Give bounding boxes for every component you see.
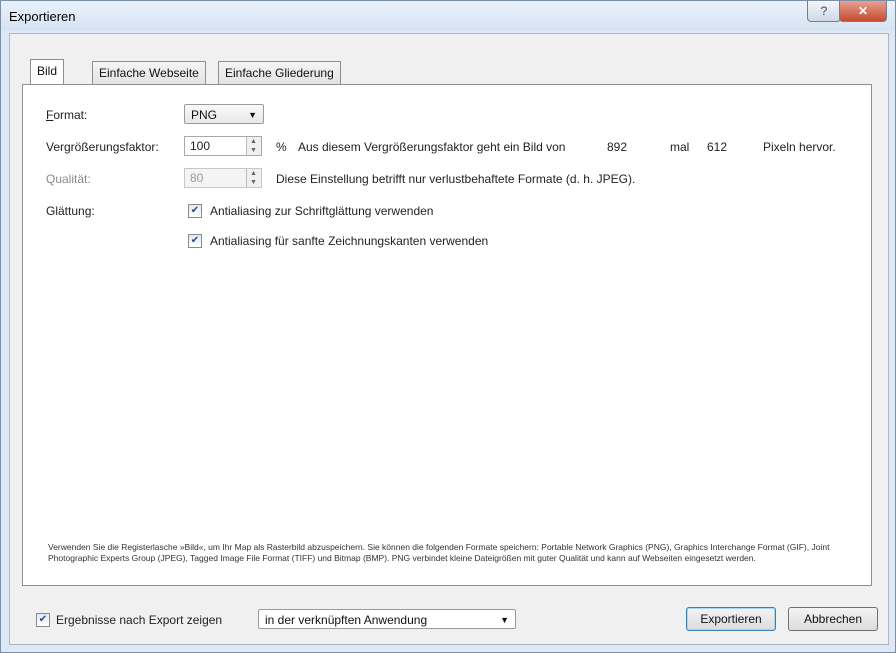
application-select-value: in der verknüpften Anwendung	[265, 613, 428, 627]
scale-input[interactable]: 100 ▲ ▼	[184, 136, 262, 156]
close-icon: ✕	[857, 4, 869, 18]
show-results-checkbox[interactable]: ✔	[36, 613, 50, 627]
image-width: 892	[607, 140, 628, 154]
title-bar[interactable]: Exportieren ? ✕	[1, 1, 895, 31]
antialias-edges-label[interactable]: Antialiasing für sanfte Zeichnungskanten…	[210, 234, 488, 248]
antialias-text-checkbox[interactable]: ✔	[188, 204, 202, 218]
close-button[interactable]: ✕	[839, 1, 887, 22]
chevron-down-icon: ▼	[500, 615, 509, 625]
arrow-down-icon: ▼	[250, 179, 257, 186]
arrow-down-icon: ▼	[250, 147, 257, 154]
image-height: 612	[707, 140, 728, 154]
application-select[interactable]: in der verknüpften Anwendung ▼	[258, 609, 516, 629]
smoothing-label: Glättung:	[46, 204, 95, 218]
scale-description: Aus diesem Vergrößerungsfaktor geht ein …	[298, 140, 566, 154]
mal-text: mal	[670, 140, 690, 154]
scale-unit: %	[276, 140, 287, 154]
quality-label: Qualität:	[46, 172, 91, 186]
format-label: Format:	[46, 108, 88, 122]
pixel-suffix: Pixeln hervor.	[763, 140, 836, 154]
format-select[interactable]: PNG ▼	[184, 104, 264, 124]
quality-value: 80	[190, 171, 204, 185]
arrow-up-icon: ▲	[250, 138, 257, 145]
checkmark-icon: ✔	[190, 235, 200, 246]
tab-panel-bild	[22, 84, 872, 586]
arrow-up-icon: ▲	[250, 170, 257, 177]
help-icon: ?	[820, 4, 828, 18]
antialias-edges-checkbox[interactable]: ✔	[188, 234, 202, 248]
scale-label: Vergrößerungsfaktor:	[46, 140, 159, 154]
format-value: PNG	[191, 108, 218, 122]
scale-value: 100	[190, 139, 211, 153]
cancel-button[interactable]: Abbrechen	[788, 607, 878, 631]
quality-input: 80 ▲ ▼	[184, 168, 262, 188]
antialias-text-label[interactable]: Antialiasing zur Schriftglättung verwend…	[210, 204, 433, 218]
tab-einfache-gliederung[interactable]: Einfache Gliederung	[218, 61, 341, 84]
scale-stepper[interactable]: ▲ ▼	[246, 137, 261, 155]
export-button[interactable]: Exportieren	[686, 607, 776, 631]
checkmark-icon: ✔	[190, 205, 200, 216]
help-button[interactable]: ?	[807, 1, 841, 22]
checkmark-icon: ✔	[38, 614, 48, 625]
window-title: Exportieren	[9, 9, 76, 24]
tab-bild[interactable]: Bild	[30, 59, 65, 84]
chevron-down-icon: ▼	[248, 110, 257, 120]
info-text: Verwenden Sie die Registerlasche »Bild«,…	[48, 542, 830, 563]
quality-note: Diese Einstellung betrifft nur verlustbe…	[276, 172, 636, 186]
show-results-label[interactable]: Ergebnisse nach Export zeigen	[56, 613, 222, 627]
quality-stepper: ▲ ▼	[246, 169, 261, 187]
tab-einfache-webseite[interactable]: Einfache Webseite	[92, 61, 206, 84]
